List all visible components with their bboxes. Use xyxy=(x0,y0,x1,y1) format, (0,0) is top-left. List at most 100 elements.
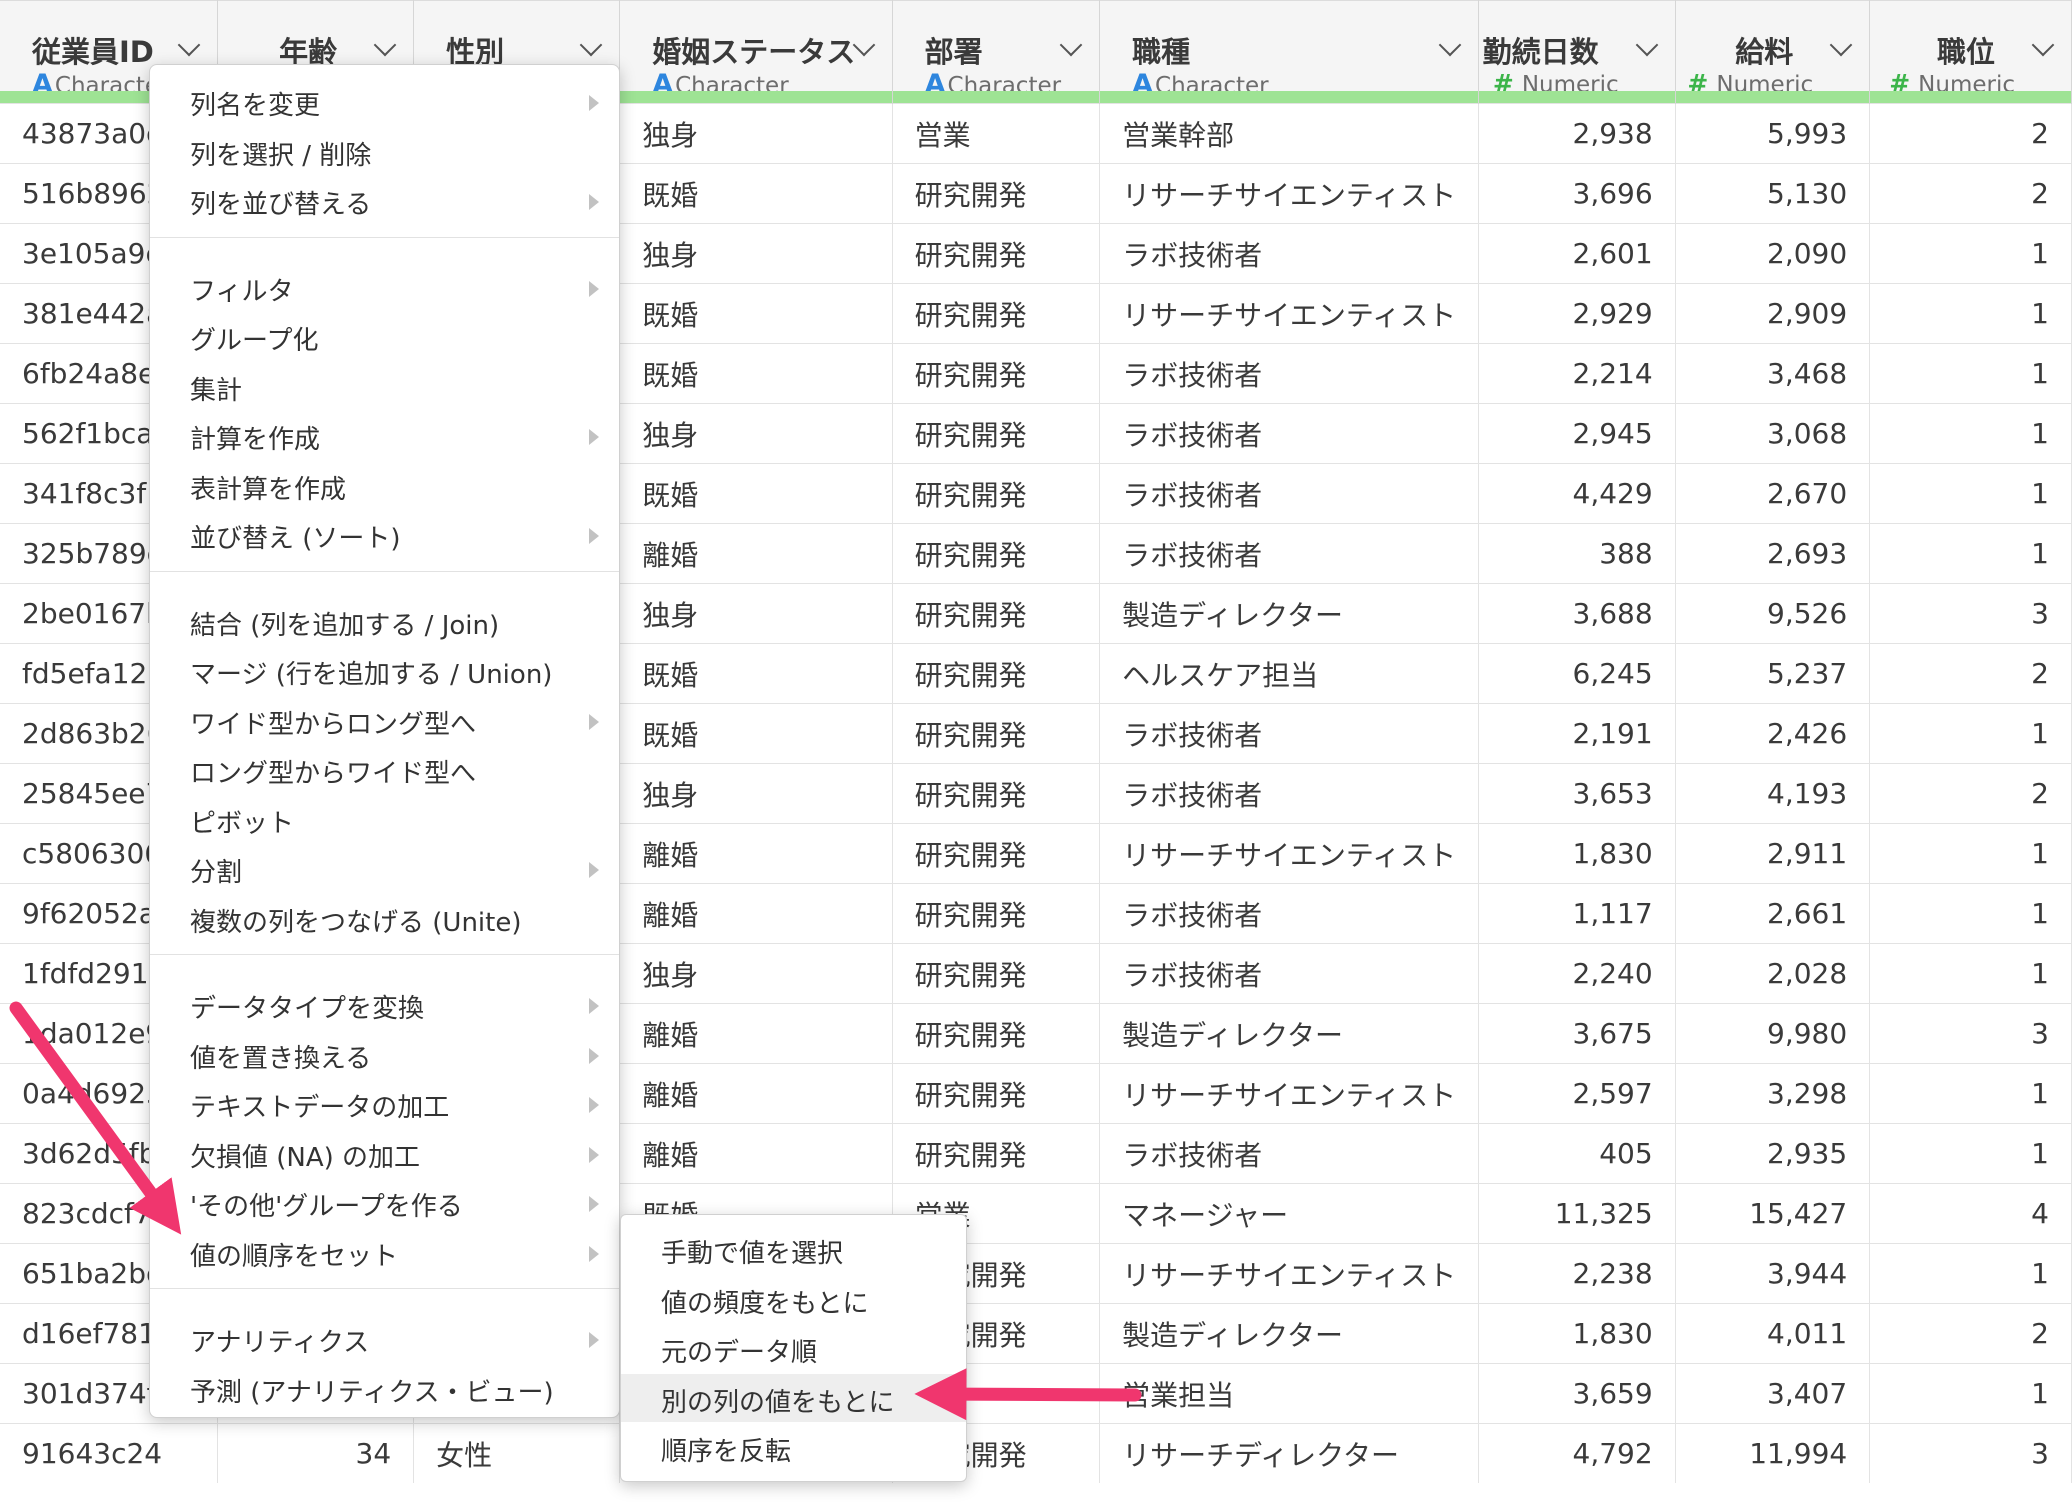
column-header[interactable]: 給料 # Numeric xyxy=(1675,0,1871,104)
menu-item[interactable]: ロング型からワイド型へ xyxy=(190,753,476,790)
menu-item[interactable]: 計算を作成 xyxy=(190,419,320,456)
column-name: 職位 xyxy=(1936,35,1995,69)
table-cell: ラボ技術者 xyxy=(1099,403,1480,464)
menu-separator xyxy=(150,954,619,955)
table-cell: 研究開発 xyxy=(892,523,1101,584)
table-cell: 離婚 xyxy=(619,883,893,944)
table-cell: 34 xyxy=(217,1423,415,1483)
menu-item[interactable]: フィルタ xyxy=(190,271,293,308)
menu-item[interactable]: 複数の列をつなげる (Unite) xyxy=(190,902,521,939)
menu-item[interactable]: テキストデータの加工 xyxy=(190,1087,449,1124)
table-cell: 営業 xyxy=(892,103,1101,164)
table-cell: 研究開発 xyxy=(892,823,1101,884)
menu-item[interactable]: 集計 xyxy=(190,370,242,407)
table-cell: 2,240 xyxy=(1478,943,1676,1004)
table-cell: 2 xyxy=(1869,643,2072,704)
chevron-down-icon[interactable] xyxy=(1635,33,1659,57)
menu-item[interactable]: 'その他'グループを作る xyxy=(190,1186,463,1223)
column-name: 部署 xyxy=(924,35,983,69)
table-cell: 4,193 xyxy=(1675,763,1871,824)
chevron-down-icon[interactable] xyxy=(373,33,397,57)
submenu-item[interactable]: 別の列の値をもとに xyxy=(661,1382,894,1419)
menu-item[interactable]: マージ (行を追加する / Union) xyxy=(190,654,552,691)
table-cell: 研究開発 xyxy=(892,883,1101,944)
chevron-right-icon xyxy=(589,528,599,544)
table-cell: 2 xyxy=(1869,763,2072,824)
table-cell: 2,191 xyxy=(1478,703,1676,764)
table-cell: 1 xyxy=(1869,283,2072,344)
table-cell: 2,670 xyxy=(1675,463,1871,524)
table-cell: 既婚 xyxy=(619,283,893,344)
chevron-down-icon[interactable] xyxy=(1829,33,1853,57)
chevron-down-icon[interactable] xyxy=(2031,33,2055,57)
menu-item[interactable]: 列名を変更 xyxy=(190,85,320,122)
menu-item[interactable]: 並び替え (ソート) xyxy=(190,518,401,555)
menu-item[interactable]: 結合 (列を追加する / Join) xyxy=(190,605,499,642)
table-cell: 1 xyxy=(1869,1123,2072,1184)
menu-item[interactable]: データタイプを変換 xyxy=(190,988,424,1025)
table-cell: 既婚 xyxy=(619,343,893,404)
menu-item[interactable]: 列を並び替える xyxy=(190,184,371,221)
menu-item[interactable]: ピボット xyxy=(190,803,294,840)
table-cell: 2 xyxy=(1869,1303,2072,1364)
submenu-item[interactable]: 値の頻度をもとに xyxy=(661,1283,868,1320)
table-cell: 2,597 xyxy=(1478,1063,1676,1124)
chevron-down-icon[interactable] xyxy=(1059,33,1083,57)
table-cell: ヘルスケア担当 xyxy=(1099,643,1480,704)
menu-item[interactable]: 値の順序をセット xyxy=(190,1236,398,1273)
table-cell: 研究開発 xyxy=(892,1123,1101,1184)
table-cell: 1 xyxy=(1869,223,2072,284)
submenu-item[interactable]: 順序を反転 xyxy=(661,1431,791,1468)
table-cell: 離婚 xyxy=(619,523,893,584)
table-cell: 1 xyxy=(1869,523,2072,584)
column-quality-bar xyxy=(1675,91,1870,103)
column-header[interactable]: 職種 ACharacter xyxy=(1099,0,1480,104)
submenu-item[interactable]: 元のデータ順 xyxy=(661,1332,817,1369)
table-cell: 3,688 xyxy=(1478,583,1676,644)
menu-item[interactable]: 値を置き換える xyxy=(190,1038,371,1075)
table-cell: 研究開発 xyxy=(892,943,1101,1004)
chevron-right-icon xyxy=(589,1245,599,1262)
table-cell: 4 xyxy=(1869,1183,2072,1244)
column-header[interactable]: 職位 # Numeric xyxy=(1869,0,2072,104)
chevron-down-icon[interactable] xyxy=(579,33,603,57)
table-cell: 2,938 xyxy=(1478,103,1676,164)
table-cell: 3,468 xyxy=(1675,343,1871,404)
table-cell: 2,661 xyxy=(1675,883,1871,944)
menu-item[interactable]: ワイド型からロング型へ xyxy=(190,704,476,741)
column-header[interactable]: 部署 ACharacter xyxy=(892,0,1101,104)
table-cell: 1 xyxy=(1869,1243,2072,1304)
menu-item[interactable]: 列を選択 / 削除 xyxy=(190,135,371,172)
table-cell: 3 xyxy=(1869,583,2072,644)
table-cell: 独身 xyxy=(619,583,893,644)
chevron-down-icon[interactable] xyxy=(852,33,875,57)
menu-item[interactable]: グループ化 xyxy=(190,320,318,357)
menu-separator xyxy=(150,236,619,238)
menu-item[interactable]: 分割 xyxy=(190,852,242,889)
table-cell: 1 xyxy=(1869,883,2072,944)
table-cell: 離婚 xyxy=(619,1063,893,1124)
menu-item[interactable]: 予測 (アナリティクス・ビュー) xyxy=(190,1372,554,1409)
table-cell: 2,028 xyxy=(1675,943,1871,1004)
column-name: 給料 xyxy=(1735,35,1794,69)
table-cell: 3,675 xyxy=(1478,1003,1676,1064)
chevron-right-icon xyxy=(589,1332,599,1348)
menu-item[interactable]: アナリティクス xyxy=(190,1322,369,1359)
table-cell: 研究開発 xyxy=(892,1003,1101,1064)
table-cell: 3,944 xyxy=(1675,1243,1871,1304)
table-cell: ラボ技術者 xyxy=(1099,703,1480,764)
chevron-down-icon[interactable] xyxy=(1438,33,1462,57)
submenu-item[interactable]: 手動で値を選択 xyxy=(661,1233,843,1270)
menu-item[interactable]: 欠損値 (NA) の加工 xyxy=(190,1137,420,1174)
column-header[interactable]: 勤続日数 # Numeric xyxy=(1478,0,1676,104)
table-cell: リサーチサイエンティスト xyxy=(1099,1243,1480,1304)
table-cell: 3 xyxy=(1869,1423,2072,1483)
table-cell: 4,429 xyxy=(1478,463,1676,524)
chevron-right-icon xyxy=(589,280,599,297)
table-cell: 1,117 xyxy=(1478,883,1676,944)
table-cell: 1 xyxy=(1869,1363,2072,1424)
table-cell: 2,238 xyxy=(1478,1243,1676,1304)
chevron-down-icon[interactable] xyxy=(177,33,201,57)
column-header[interactable]: 婚姻ステータス ACharacter xyxy=(619,0,893,104)
menu-item[interactable]: 表計算を作成 xyxy=(190,469,346,506)
